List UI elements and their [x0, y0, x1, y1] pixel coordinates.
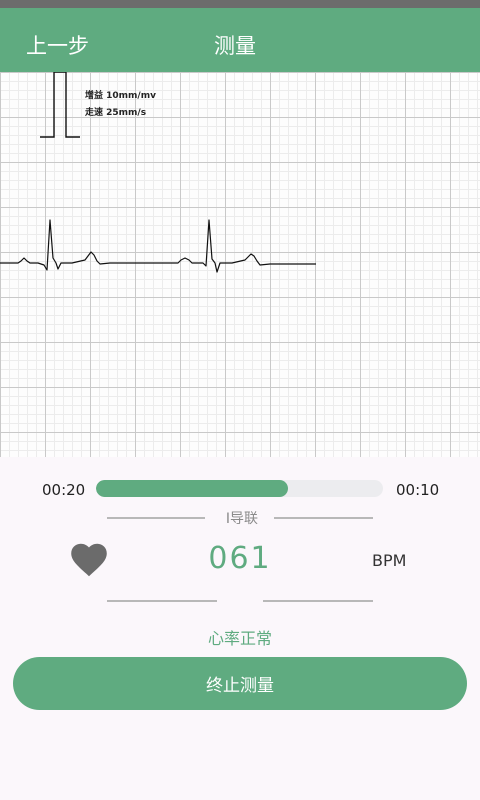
calibration-pulse [40, 72, 80, 138]
elapsed-time: 00:20 [42, 481, 86, 499]
ecg-grid: 增益 10mm/mv 走速 25mm/s [0, 72, 480, 457]
progress-fill [96, 480, 289, 497]
heart-rate-status: 心率正常 [207, 629, 272, 648]
measurement-progress [96, 480, 383, 497]
ecg-settings: 增益 10mm/mv 走速 25mm/s [85, 88, 156, 122]
lead-label: I导联 [225, 511, 259, 527]
back-button[interactable]: 上一步 [26, 30, 89, 60]
page-title: 测量 [214, 34, 256, 58]
lead-divider-right [274, 517, 373, 519]
measurement-panel: 00:20 00:10 I导联 061 BPM 心率正常 终止测量 [0, 457, 480, 800]
remaining-time: 00:10 [396, 481, 440, 499]
lead-divider-left [107, 517, 205, 519]
ecg-speed: 走速 25mm/s [85, 108, 147, 118]
heart-rate-unit: BPM [372, 551, 407, 570]
stop-measurement-button[interactable]: 终止测量 [13, 657, 467, 710]
value-divider-right [263, 600, 373, 602]
value-divider-left [107, 600, 217, 602]
heart-icon [71, 543, 107, 577]
ecg-gain: 增益 10mm/mv [85, 91, 156, 101]
ecg-trace [0, 219, 316, 273]
ecg-waveform [0, 72, 316, 273]
app-header: 上一步 测量 [0, 8, 480, 72]
heart-rate-value: 061 [208, 541, 272, 576]
status-bar [0, 0, 480, 8]
